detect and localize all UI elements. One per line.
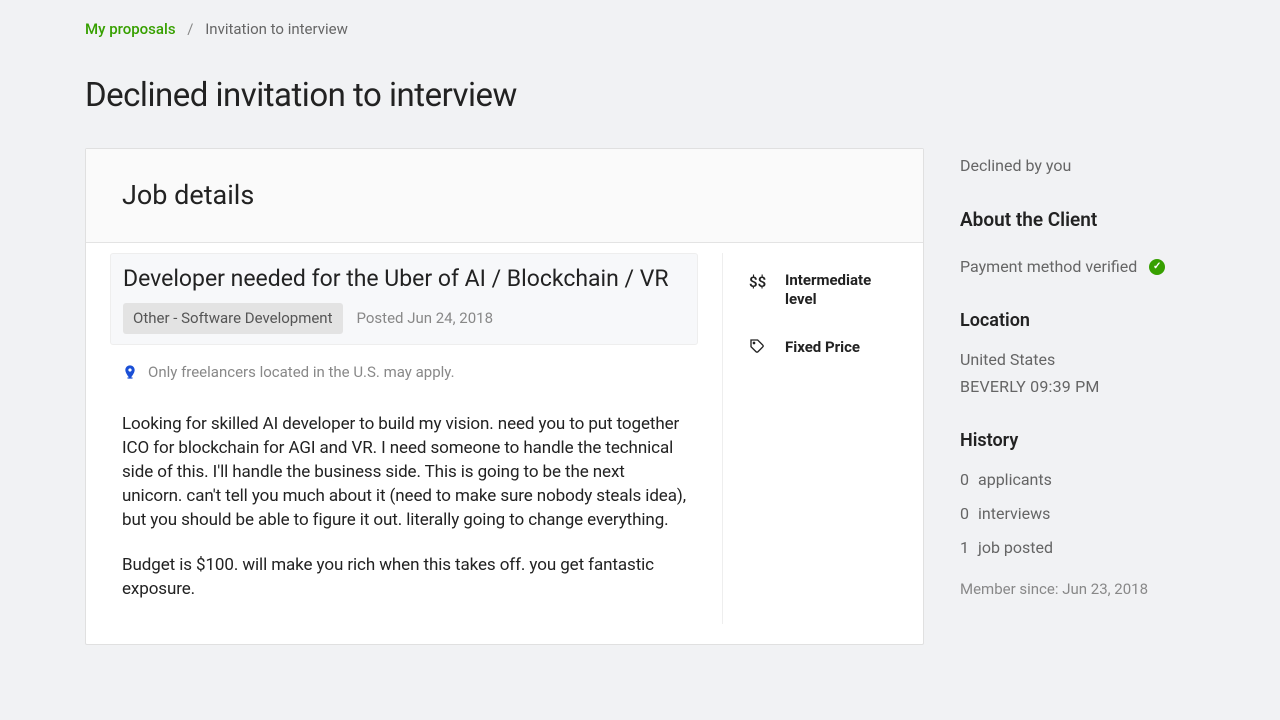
history-count: 0 xyxy=(960,468,970,492)
client-sidebar: Declined by you About the Client Payment… xyxy=(960,148,1195,628)
location-block: Location United States BEVERLY 09:39 PM xyxy=(960,307,1195,399)
description-paragraph: Looking for skilled AI developer to buil… xyxy=(122,413,686,532)
restriction-text: Only freelancers located in the U.S. may… xyxy=(148,361,455,384)
experience-level-label: Intermediate level xyxy=(785,271,899,310)
location-pin-icon xyxy=(122,364,138,380)
client-city-time: BEVERLY 09:39 PM xyxy=(960,375,1195,399)
history-count: 0 xyxy=(960,502,970,526)
member-since: Member since: Jun 23, 2018 xyxy=(960,578,1195,601)
about-client-heading: About the Client xyxy=(960,206,1195,235)
history-row: 1 job posted xyxy=(960,536,1195,560)
card-header-title: Job details xyxy=(122,175,887,216)
project-type: Fixed Price xyxy=(749,338,899,361)
location-heading: Location xyxy=(960,307,1195,334)
location-restriction: Only freelancers located in the U.S. may… xyxy=(110,349,698,396)
job-title: Developer needed for the Uber of AI / Bl… xyxy=(123,264,685,294)
breadcrumb: My proposals / Invitation to interview xyxy=(85,18,1195,41)
client-country: United States xyxy=(960,348,1195,372)
card-header: Job details xyxy=(86,149,923,243)
breadcrumb-separator: / xyxy=(187,20,193,38)
experience-level: $$ Intermediate level xyxy=(749,271,899,310)
dollar-icon: $$ xyxy=(749,271,769,294)
description-paragraph: Budget is $100. will make you rich when … xyxy=(122,554,686,602)
history-count: 1 xyxy=(960,536,970,560)
history-label: interviews xyxy=(978,502,1050,526)
history-block: History 0 applicants 0 interviews 1 job … xyxy=(960,427,1195,601)
history-label: job posted xyxy=(978,536,1053,560)
job-description: Looking for skilled AI developer to buil… xyxy=(110,413,698,602)
history-heading: History xyxy=(960,427,1195,454)
category-chip[interactable]: Other - Software Development xyxy=(123,303,343,334)
page-title: Declined invitation to interview xyxy=(85,71,1195,121)
declined-status: Declined by you xyxy=(960,154,1195,178)
tag-icon xyxy=(749,338,769,361)
posted-date: Posted Jun 24, 2018 xyxy=(357,307,494,330)
history-row: 0 interviews xyxy=(960,502,1195,526)
history-label: applicants xyxy=(978,468,1052,492)
job-title-block: Developer needed for the Uber of AI / Bl… xyxy=(110,253,698,345)
payment-verified-row: Payment method verified ✓ xyxy=(960,255,1195,279)
verified-check-icon: ✓ xyxy=(1149,259,1165,275)
payment-verified-text: Payment method verified xyxy=(960,255,1137,279)
history-row: 0 applicants xyxy=(960,468,1195,492)
breadcrumb-current: Invitation to interview xyxy=(205,20,348,38)
project-type-label: Fixed Price xyxy=(785,338,860,358)
job-attributes: $$ Intermediate level Fixed Price xyxy=(723,253,923,624)
breadcrumb-back-link[interactable]: My proposals xyxy=(85,20,176,38)
job-details-card: Job details Developer needed for the Ube… xyxy=(85,148,924,645)
